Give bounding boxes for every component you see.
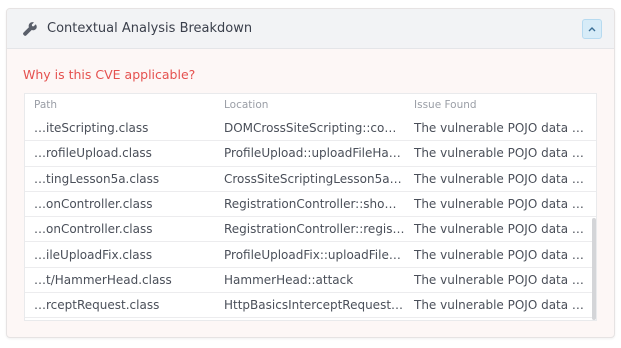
cell-issue: The vulnerable POJO data bin… bbox=[414, 171, 585, 186]
chevron-up-icon bbox=[588, 26, 596, 31]
cell-path: …rofileUpload.class bbox=[34, 146, 152, 161]
table-row[interactable]: …onController.class RegistrationControlle… bbox=[25, 192, 596, 218]
wrench-icon bbox=[21, 20, 39, 38]
cell-location: CrossSiteScriptingLesson5a::c… bbox=[224, 171, 405, 186]
cell-issue: The vulnerable POJO data bin… bbox=[414, 247, 585, 262]
collapse-button[interactable] bbox=[582, 18, 602, 39]
panel-title: Contextual Analysis Breakdown bbox=[47, 21, 253, 36]
cell-location: DOMCrossSiteScripting::comp… bbox=[224, 121, 405, 136]
table-row[interactable]: …rofileUpload.class ProfileUpload::upload… bbox=[25, 141, 596, 167]
cell-location: HttpBasicsInterceptRequest::c… bbox=[224, 298, 405, 313]
table-row[interactable]: …t/HammerHead.class HammerHead::attack The… bbox=[25, 268, 596, 294]
vertical-scrollbar[interactable] bbox=[592, 218, 596, 320]
cell-location: ProfileUploadFix::uploadFileH… bbox=[224, 247, 405, 262]
table-row[interactable]: …tingLesson5a.class CrossSiteScriptingLes… bbox=[25, 167, 596, 192]
analysis-table: Path Location Issue Found …iteScripting.… bbox=[24, 93, 597, 321]
table-body: …iteScripting.class DOMCrossSiteScripting… bbox=[25, 116, 596, 319]
cell-path: …iteScripting.class bbox=[34, 121, 149, 136]
cell-path: …ileUploadFix.class bbox=[34, 247, 153, 262]
cell-path: …t/HammerHead.class bbox=[34, 272, 172, 287]
table-row[interactable]: …iteScripting.class DOMCrossSiteScripting… bbox=[25, 116, 596, 142]
column-header-issue[interactable]: Issue Found bbox=[405, 99, 585, 111]
cell-path: …rceptRequest.class bbox=[34, 298, 160, 313]
cell-issue: The vulnerable POJO data bin… bbox=[414, 121, 585, 136]
table-row[interactable]: …rceptRequest.class HttpBasicsInterceptRe… bbox=[25, 293, 596, 319]
panel-header[interactable]: Contextual Analysis Breakdown bbox=[7, 9, 614, 49]
cell-issue: The vulnerable POJO data bin… bbox=[414, 222, 585, 237]
column-header-location[interactable]: Location bbox=[215, 99, 405, 111]
cell-path: …tingLesson5a.class bbox=[34, 171, 160, 186]
cell-location: RegistrationController::showF… bbox=[224, 197, 405, 212]
cell-issue: The vulnerable POJO data bin… bbox=[414, 298, 585, 313]
cell-issue: The vulnerable POJO data bin… bbox=[414, 272, 585, 287]
cell-path: …onController.class bbox=[34, 197, 153, 212]
table-header: Path Location Issue Found bbox=[25, 94, 596, 116]
table-row[interactable]: …ileUploadFix.class ProfileUploadFix::upl… bbox=[25, 242, 596, 268]
cell-location: HammerHead::attack bbox=[224, 272, 354, 287]
column-header-path[interactable]: Path bbox=[25, 99, 215, 111]
cell-issue: The vulnerable POJO data bin… bbox=[414, 197, 585, 212]
table-row[interactable]: …onController.class RegistrationControlle… bbox=[25, 217, 596, 243]
contextual-analysis-panel: Contextual Analysis Breakdown Why is thi… bbox=[6, 8, 615, 338]
cell-path: …onController.class bbox=[34, 222, 153, 237]
cell-issue: The vulnerable POJO data bin… bbox=[414, 146, 585, 161]
cell-location: RegistrationController::registr… bbox=[224, 222, 405, 237]
cell-location: ProfileUpload::uploadFileHan… bbox=[224, 146, 405, 161]
cve-applicable-heading: Why is this CVE applicable? bbox=[23, 67, 196, 82]
